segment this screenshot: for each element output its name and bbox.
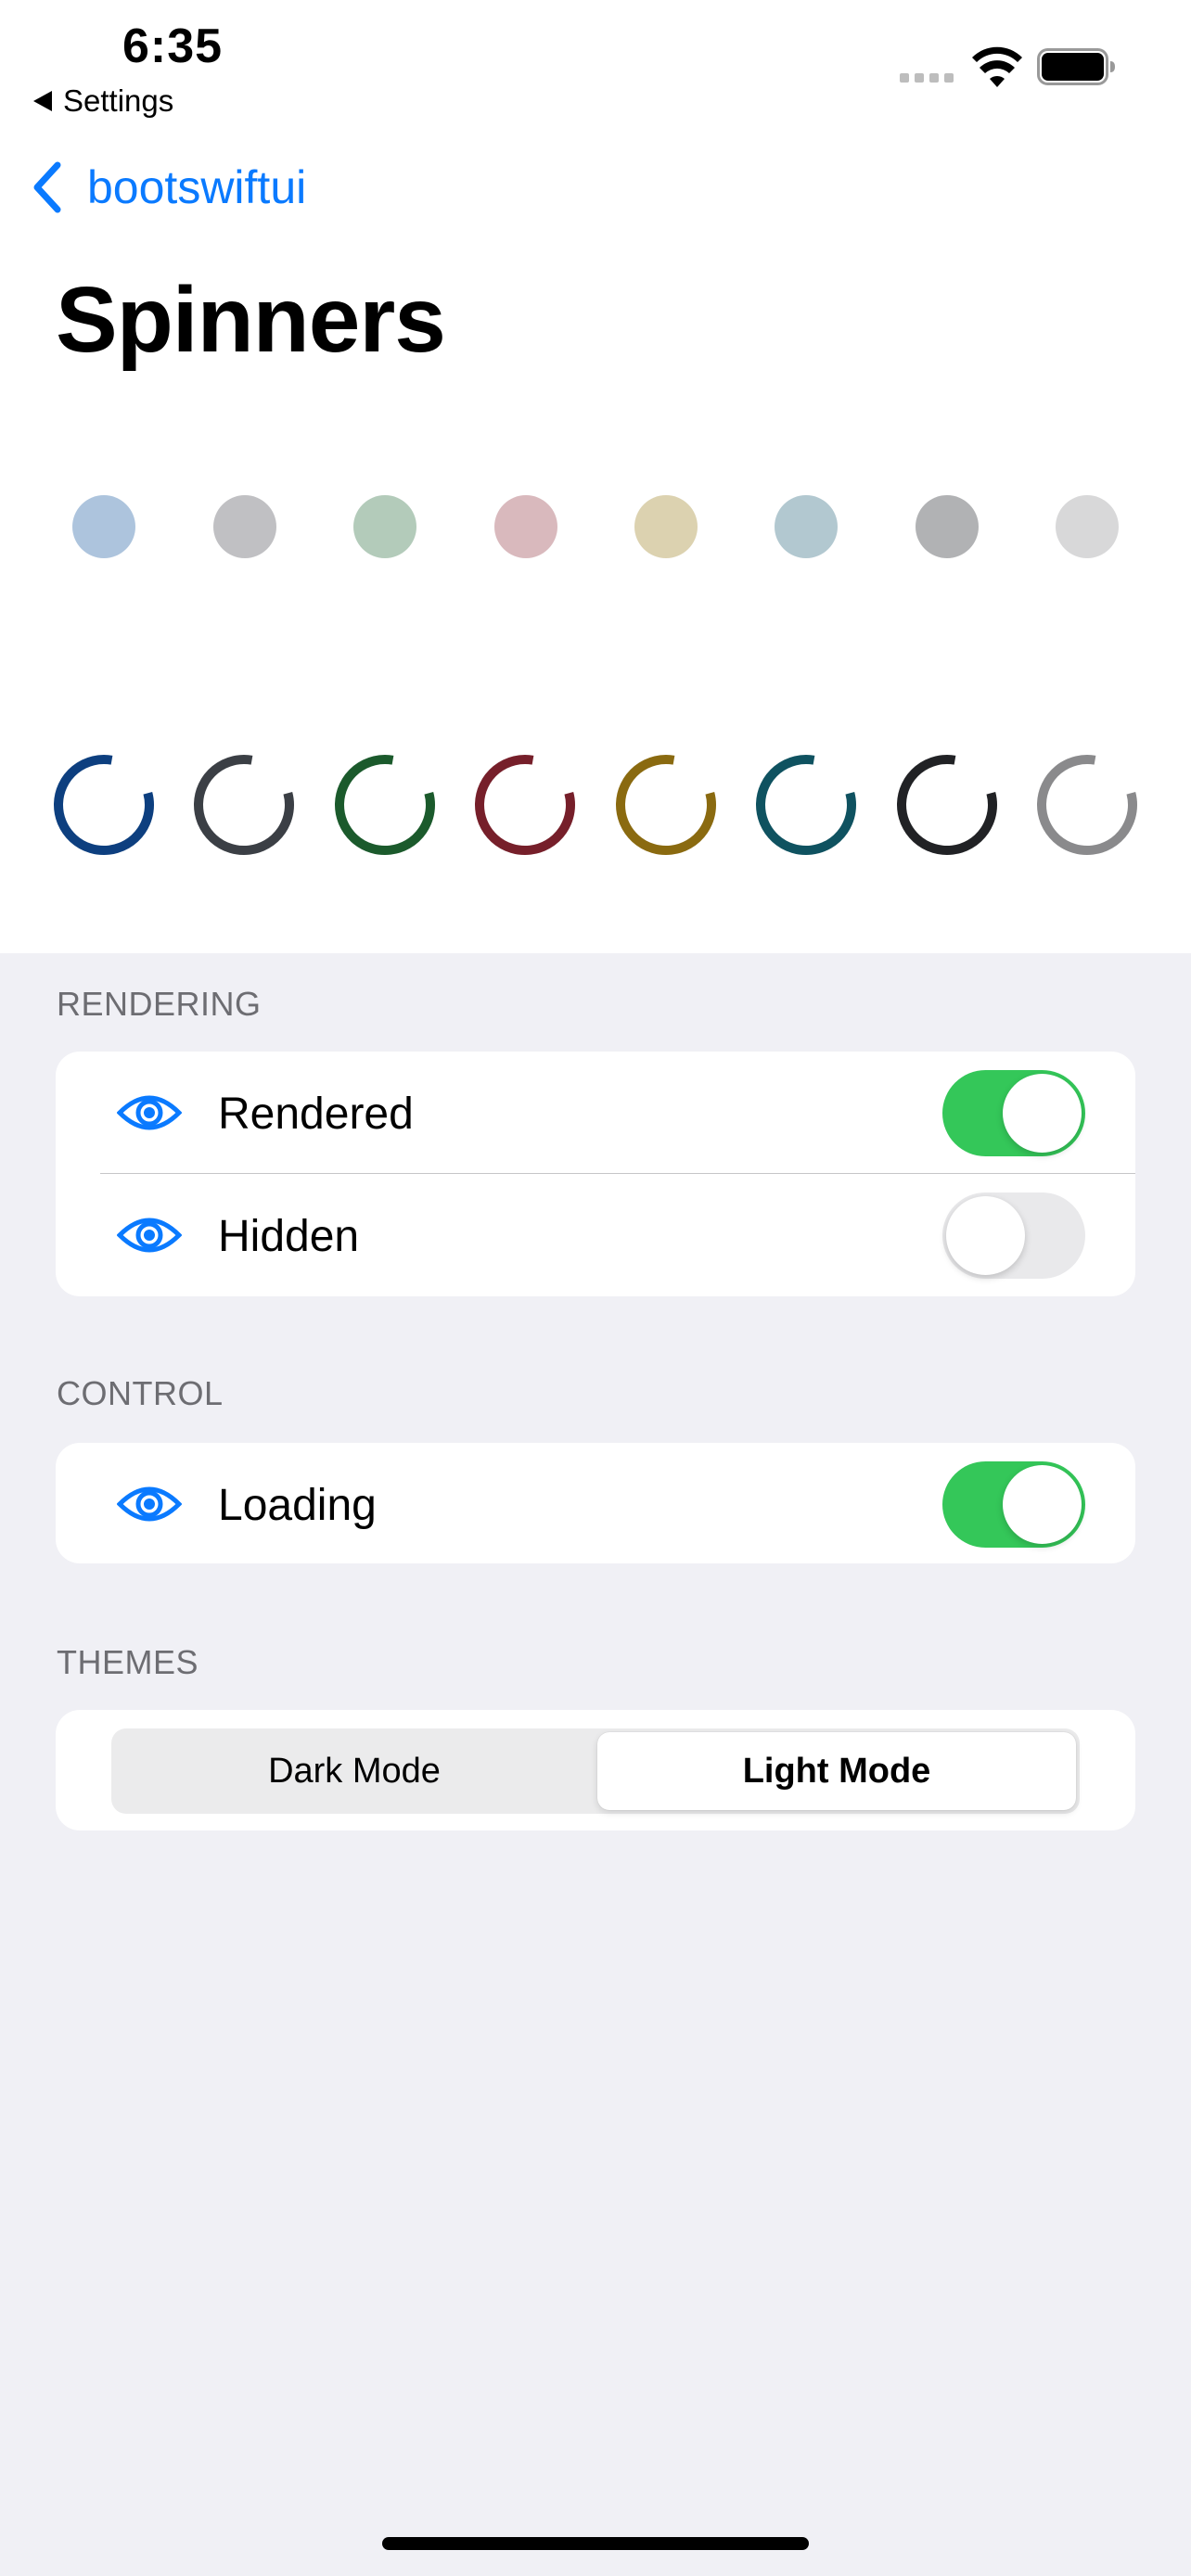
spinner-arc: [897, 755, 997, 855]
grow-spinner-secondary: [213, 495, 276, 558]
section-header-themes: THEMES: [57, 1643, 199, 1681]
rendered-label: Rendered: [218, 1090, 414, 1139]
border-spinner-info: [756, 755, 856, 855]
border-spinner-primary: [54, 755, 154, 855]
border-spinner-warning: [616, 755, 716, 855]
section-header-rendering: RENDERING: [57, 985, 262, 1023]
grow-spinner-danger: [494, 495, 557, 558]
status-back-label: Settings: [63, 83, 174, 118]
spinner-preview-area: 6:35 Settings bootswiftui Spinners: [0, 0, 1191, 953]
themes-card: Dark Mode Light Mode: [56, 1710, 1135, 1830]
wifi-icon: [972, 46, 1022, 87]
border-spinner-dark: [897, 755, 997, 855]
rendering-card: Rendered Hidden: [56, 1052, 1135, 1296]
hidden-toggle[interactable]: [942, 1192, 1085, 1279]
back-button[interactable]: bootswiftui: [30, 159, 306, 215]
spinner-arc: [335, 755, 435, 855]
battery-icon: [1037, 48, 1115, 85]
home-indicator: [382, 2537, 809, 2550]
border-spinner-secondary: [194, 755, 294, 855]
hidden-label: Hidden: [218, 1212, 360, 1261]
loading-row: Loading: [56, 1443, 1135, 1563]
grow-spinner-dark: [916, 495, 979, 558]
hidden-row: Hidden: [56, 1174, 1135, 1296]
chevron-left-icon: [33, 161, 61, 213]
toggle-knob: [1003, 1465, 1082, 1544]
eye-icon: [117, 1486, 182, 1522]
status-back-to-settings[interactable]: Settings: [33, 83, 173, 119]
spinner-arc: [194, 755, 294, 855]
control-card: Loading: [56, 1443, 1135, 1563]
status-time: 6:35: [122, 19, 224, 73]
grow-spinner-primary: [72, 495, 135, 558]
toggle-knob: [1003, 1074, 1082, 1153]
segment-light-mode[interactable]: Light Mode: [597, 1732, 1076, 1810]
grow-spinner-light: [1056, 495, 1119, 558]
back-button-label: bootswiftui: [87, 161, 307, 213]
eye-icon: [117, 1095, 182, 1130]
loading-toggle[interactable]: [942, 1461, 1085, 1548]
rendered-toggle[interactable]: [942, 1070, 1085, 1156]
grow-spinner-warning: [634, 495, 698, 558]
segment-dark-mode[interactable]: Dark Mode: [115, 1732, 594, 1810]
theme-segmented-control: Dark Mode Light Mode: [111, 1728, 1080, 1814]
spinner-arc: [1037, 755, 1137, 855]
cellular-signal-icon: [900, 73, 954, 83]
eye-icon: [117, 1218, 182, 1253]
section-header-control: CONTROL: [57, 1374, 224, 1412]
spinner-arc: [756, 755, 856, 855]
toggle-knob: [946, 1196, 1025, 1275]
spinner-arc: [54, 755, 154, 855]
spinner-arc: [475, 755, 575, 855]
loading-label: Loading: [218, 1481, 377, 1530]
back-triangle-icon: [33, 91, 52, 111]
grow-spinner-info: [775, 495, 838, 558]
grow-spinner-success: [353, 495, 416, 558]
border-spinner-danger: [475, 755, 575, 855]
rendered-row: Rendered: [56, 1052, 1135, 1174]
spinner-arc: [616, 755, 716, 855]
border-spinner-light: [1037, 755, 1137, 855]
border-spinner-success: [335, 755, 435, 855]
page-title: Spinners: [56, 268, 446, 372]
